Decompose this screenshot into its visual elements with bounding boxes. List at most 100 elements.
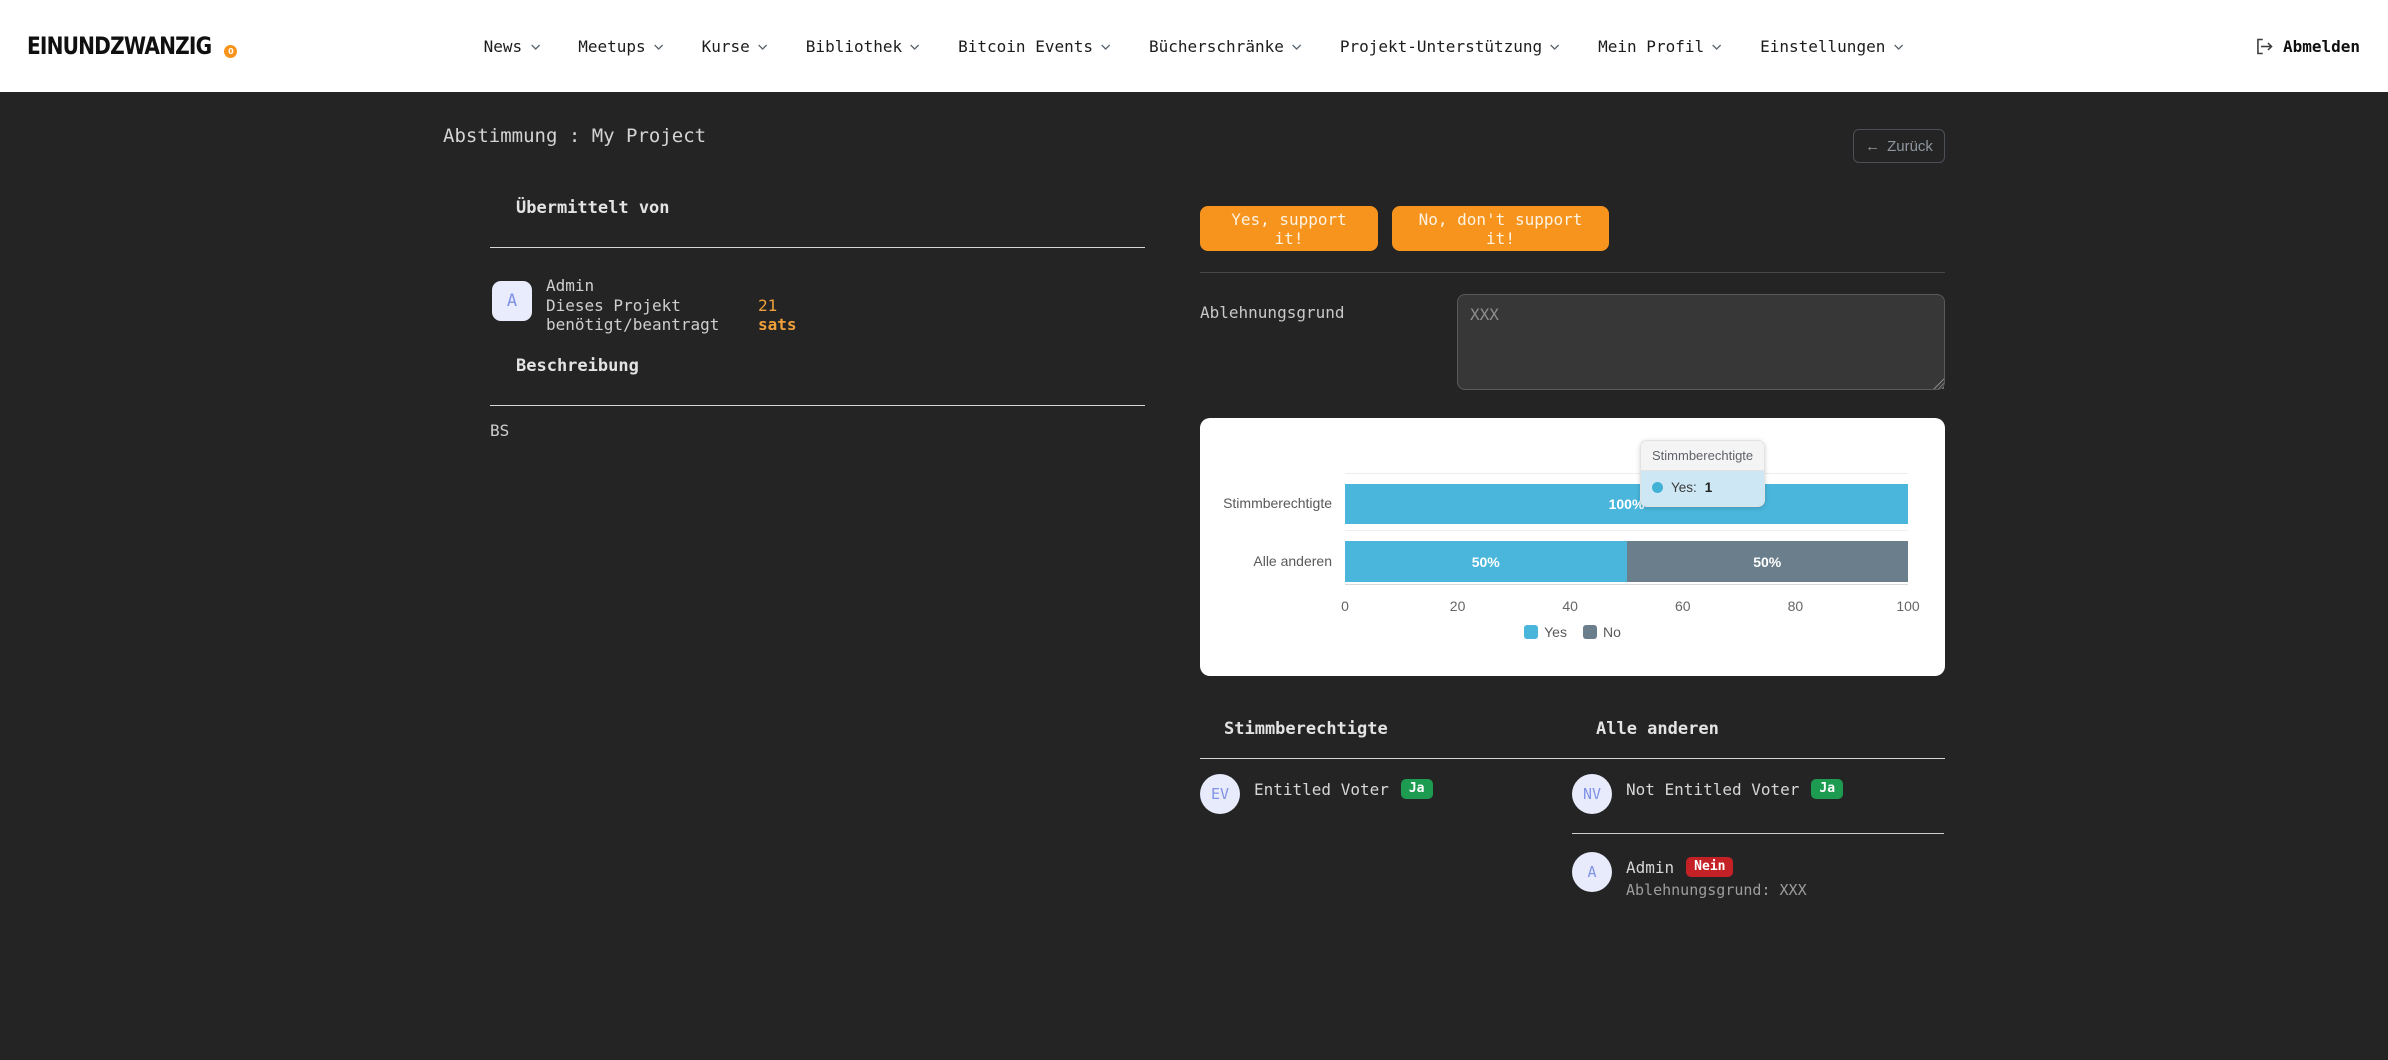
chevron-down-icon xyxy=(1892,41,1904,53)
avatar: A xyxy=(1572,852,1612,892)
page-title: Abstimmung : My Project xyxy=(443,125,706,147)
tooltip-series-dot xyxy=(1652,482,1663,493)
tooltip-body: Yes: 1 xyxy=(1641,471,1764,506)
chart-category-label: Alle anderen xyxy=(1200,553,1332,569)
project-line-1: Dieses Projekt xyxy=(546,296,719,316)
x-tick: 60 xyxy=(1675,598,1691,614)
list-item: NV Not Entitled Voter Ja xyxy=(1572,774,1944,814)
tooltip-title: Stimmberechtigte xyxy=(1641,441,1764,471)
list-item: EV Entitled Voter Ja xyxy=(1200,774,1572,814)
chevron-down-icon xyxy=(1291,41,1303,53)
chevron-down-icon xyxy=(1100,41,1112,53)
bar-alle-anderen[interactable]: 50% 50% xyxy=(1345,541,1908,582)
x-tick: 100 xyxy=(1896,598,1919,614)
vote-no-button[interactable]: No, don't support it! xyxy=(1392,206,1609,251)
entitled-list: EV Entitled Voter Ja xyxy=(1200,774,1572,899)
vote-badge: Ja xyxy=(1401,779,1433,799)
nav-item-kurse[interactable]: Kurse xyxy=(702,37,769,56)
chevron-down-icon xyxy=(529,41,541,53)
voters-columns: EV Entitled Voter Ja NV xyxy=(1200,774,1945,899)
bar-stimmberechtigte-yes[interactable]: 100% xyxy=(1345,484,1908,524)
nav-item-mein-profil[interactable]: Mein Profil xyxy=(1598,37,1723,56)
logout-button[interactable]: Abmelden xyxy=(2254,0,2360,92)
nav-item-einstellungen[interactable]: Einstellungen xyxy=(1760,37,1904,56)
amount-block: 21 sats xyxy=(758,276,797,335)
legend-label: No xyxy=(1603,624,1621,640)
rejection-reason: Ablehnungsgrund: XXX xyxy=(1626,881,1807,899)
back-label: Zurück xyxy=(1887,138,1933,155)
voter-name: Not Entitled Voter xyxy=(1626,780,1799,799)
legend-item-no[interactable]: No xyxy=(1583,624,1621,640)
chart-category-label: Stimmberechtigte xyxy=(1200,495,1332,511)
reason-textarea[interactable] xyxy=(1457,294,1945,390)
logo-dot-icon: 0 xyxy=(224,45,237,58)
avatar: A xyxy=(492,281,532,321)
nav-item-projekt-unterstuetzung[interactable]: Projekt-Unterstützung xyxy=(1340,37,1561,56)
chart-legend: Yes No xyxy=(1200,624,1945,640)
main-content: Abstimmung : My Project ← Zurück Übermit… xyxy=(0,92,2388,1060)
top-navbar: EINUNDZWANZIG 0 News Meetups Kurse Bibli… xyxy=(0,0,2388,92)
bar-segment-yes[interactable]: 50% xyxy=(1345,541,1627,582)
legend-swatch-yes xyxy=(1524,625,1538,639)
others-list: NV Not Entitled Voter Ja A xyxy=(1572,774,1944,899)
x-tick: 20 xyxy=(1450,598,1466,614)
nav-item-label: Mein Profil xyxy=(1598,37,1704,56)
nav-item-news[interactable]: News xyxy=(484,37,542,56)
nav-item-buecherschraenke[interactable]: Bücherschränke xyxy=(1149,37,1303,56)
bar-value-label: 50% xyxy=(1472,554,1500,570)
description-heading: Beschreibung xyxy=(490,353,1145,379)
others-heading: Alle anderen xyxy=(1572,716,1944,742)
legend-label: Yes xyxy=(1544,624,1567,640)
nav-item-label: News xyxy=(484,37,523,56)
chart-x-axis: 0 20 40 60 80 100 xyxy=(1345,598,1908,614)
nav-item-label: Bücherschränke xyxy=(1149,37,1284,56)
entitled-heading: Stimmberechtigte xyxy=(1200,716,1572,742)
amount-value: 21 xyxy=(758,296,797,316)
main-nav: News Meetups Kurse Bibliothek Bitcoin Ev… xyxy=(484,0,1905,92)
tooltip-item-value: 1 xyxy=(1705,480,1713,495)
nav-item-label: Einstellungen xyxy=(1760,37,1885,56)
legend-item-yes[interactable]: Yes xyxy=(1524,624,1567,640)
tooltip-item-label: Yes: xyxy=(1671,480,1697,495)
vote-result-chart-card: Stimmberechtigte Alle anderen 100% 50% 5… xyxy=(1200,418,1945,676)
project-line-2: benötigt/beantragt xyxy=(546,315,719,335)
nav-item-bibliothek[interactable]: Bibliothek xyxy=(806,37,921,56)
voter-name: Entitled Voter xyxy=(1254,780,1389,799)
nav-item-meetups[interactable]: Meetups xyxy=(578,37,664,56)
bar-value-label: 50% xyxy=(1753,554,1781,570)
nav-item-label: Meetups xyxy=(578,37,645,56)
nav-item-label: Bitcoin Events xyxy=(958,37,1093,56)
chevron-down-icon xyxy=(909,41,921,53)
avatar: EV xyxy=(1200,774,1240,814)
voter-name: Admin xyxy=(1626,858,1674,877)
description-body: BS xyxy=(490,421,509,441)
x-tick: 0 xyxy=(1341,598,1349,614)
submitter-name: Admin xyxy=(546,276,719,296)
nav-item-label: Kurse xyxy=(702,37,750,56)
submitted-heading: Übermittelt von xyxy=(490,195,1145,221)
logout-icon xyxy=(2254,36,2275,57)
vote-badge: Nein xyxy=(1686,857,1733,877)
logo-text: EINUNDZWANZIG xyxy=(27,32,211,60)
divider xyxy=(490,405,1145,406)
avatar-initial: EV xyxy=(1211,785,1229,803)
avatar-initial: A xyxy=(507,291,517,311)
nav-item-bitcoin-events[interactable]: Bitcoin Events xyxy=(958,37,1112,56)
divider xyxy=(1200,272,1945,273)
vote-yes-button[interactable]: Yes, support it! xyxy=(1200,206,1378,251)
bar-segment-no[interactable]: 50% xyxy=(1627,541,1909,582)
logout-label: Abmelden xyxy=(2283,37,2360,56)
x-tick: 40 xyxy=(1562,598,1578,614)
chevron-down-icon xyxy=(1711,41,1723,53)
list-item: A Admin Nein Ablehnungsgrund: XXX xyxy=(1572,852,1944,899)
submitted-section: Übermittelt von A Admin Dieses Projekt b… xyxy=(490,195,1145,221)
divider xyxy=(1572,833,1944,834)
vote-badge: Ja xyxy=(1811,779,1843,799)
back-button[interactable]: ← Zurück xyxy=(1853,129,1945,163)
chevron-down-icon xyxy=(653,41,665,53)
voter-info: Entitled Voter Ja xyxy=(1254,774,1433,814)
nav-item-label: Bibliothek xyxy=(806,37,902,56)
voter-info: Not Entitled Voter Ja xyxy=(1626,774,1843,814)
chart-gridline xyxy=(1345,530,1908,531)
logo[interactable]: EINUNDZWANZIG 0 xyxy=(27,0,237,92)
